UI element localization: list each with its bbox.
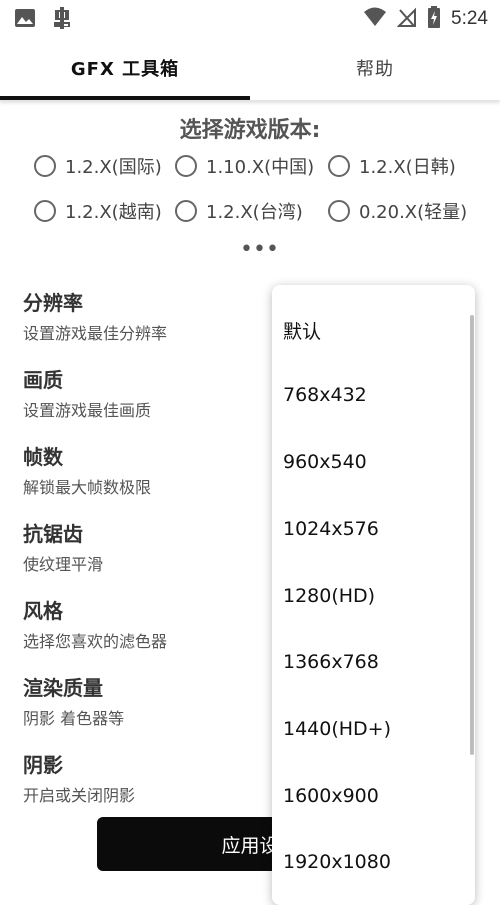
- radio-button[interactable]: [328, 200, 350, 222]
- version-option-label: 1.10.X(中国): [206, 157, 315, 178]
- menu-item[interactable]: 默认: [283, 317, 321, 344]
- radio-button[interactable]: [34, 200, 56, 222]
- setting-style[interactable]: 风格 选择您喜欢的滤色器: [23, 595, 167, 652]
- version-option[interactable]: 1.2.X(台湾): [175, 198, 303, 224]
- tab-help[interactable]: 帮助: [250, 36, 500, 100]
- setting-title: 风格: [23, 599, 63, 623]
- setting-fps[interactable]: 帧数 解锁最大帧数极限: [23, 441, 151, 498]
- setting-description: 选择您喜欢的滤色器: [23, 632, 168, 651]
- version-option-label: 1.2.X(台湾): [206, 202, 303, 223]
- radio-button[interactable]: [175, 155, 197, 177]
- version-option[interactable]: 1.2.X(越南): [34, 198, 162, 224]
- menu-scrollbar[interactable]: [470, 315, 474, 755]
- radio-button[interactable]: [328, 155, 350, 177]
- setting-title: 帧数: [23, 445, 63, 469]
- setting-title: 分辨率: [23, 291, 83, 315]
- setting-graphics-quality[interactable]: 画质 设置游戏最佳画质: [23, 364, 151, 421]
- version-option-label: 0.20.X(轻量): [359, 202, 468, 223]
- setting-title: 阴影: [23, 753, 63, 777]
- menu-item[interactable]: 1920x1080: [283, 851, 391, 873]
- tab-gfx-toolbox[interactable]: GFX 工具箱: [0, 36, 250, 100]
- clock: 5:24: [451, 8, 488, 29]
- setting-description: 解锁最大帧数极限: [23, 478, 152, 497]
- menu-item[interactable]: 1366x768: [283, 651, 379, 673]
- setting-shadows[interactable]: 阴影 开启或关闭阴影: [23, 749, 135, 806]
- battery-charging-icon: [427, 6, 441, 32]
- resolution-dropdown-menu: 默认 768x432 960x540 1024x576 1280(HD) 136…: [272, 285, 475, 905]
- menu-item[interactable]: 1024x576: [283, 518, 379, 540]
- setting-description: 设置游戏最佳画质: [23, 401, 152, 420]
- menu-item[interactable]: 768x432: [283, 384, 367, 406]
- setting-title: 抗锯齿: [23, 522, 83, 546]
- menu-item[interactable]: 1440(HD+): [283, 718, 391, 740]
- radio-button[interactable]: [34, 155, 56, 177]
- menu-item[interactable]: 1280(HD): [283, 585, 375, 607]
- setting-anti-aliasing[interactable]: 抗锯齿 使纹理平滑: [23, 518, 103, 575]
- setting-title: 渲染质量: [23, 676, 103, 700]
- version-option-label: 1.2.X(日韩): [359, 157, 456, 178]
- setting-resolution[interactable]: 分辨率 设置游戏最佳分辨率: [23, 287, 167, 344]
- no-signal-icon: [396, 6, 417, 32]
- radio-button[interactable]: [175, 200, 197, 222]
- version-option[interactable]: 1.2.X(日韩): [328, 153, 456, 179]
- setting-description: 设置游戏最佳分辨率: [23, 324, 168, 343]
- menu-item[interactable]: 960x540: [283, 451, 367, 473]
- image-icon: [14, 7, 36, 33]
- tab-indicator: [0, 96, 250, 100]
- tab-bar: GFX 工具箱 帮助: [0, 36, 500, 101]
- menu-item[interactable]: 1600x900: [283, 785, 379, 807]
- version-title: 选择游戏版本:: [179, 118, 321, 143]
- bug-icon: [50, 6, 74, 34]
- setting-description: 阴影 着色器等: [23, 709, 125, 728]
- setting-description: 使纹理平滑: [23, 555, 104, 574]
- more-options-icon[interactable]: •••: [240, 239, 279, 261]
- setting-description: 开启或关闭阴影: [23, 786, 136, 805]
- version-option-label: 1.2.X(国际): [65, 157, 162, 178]
- setting-title: 画质: [23, 368, 63, 392]
- version-option[interactable]: 0.20.X(轻量): [328, 198, 467, 224]
- version-option-label: 1.2.X(越南): [65, 202, 162, 223]
- version-option[interactable]: 1.2.X(国际): [34, 153, 162, 179]
- status-bar: 5:24: [0, 0, 500, 36]
- version-option[interactable]: 1.10.X(中国): [175, 153, 314, 179]
- wifi-icon: [363, 6, 387, 32]
- setting-render-quality[interactable]: 渲染质量 阴影 着色器等: [23, 672, 124, 729]
